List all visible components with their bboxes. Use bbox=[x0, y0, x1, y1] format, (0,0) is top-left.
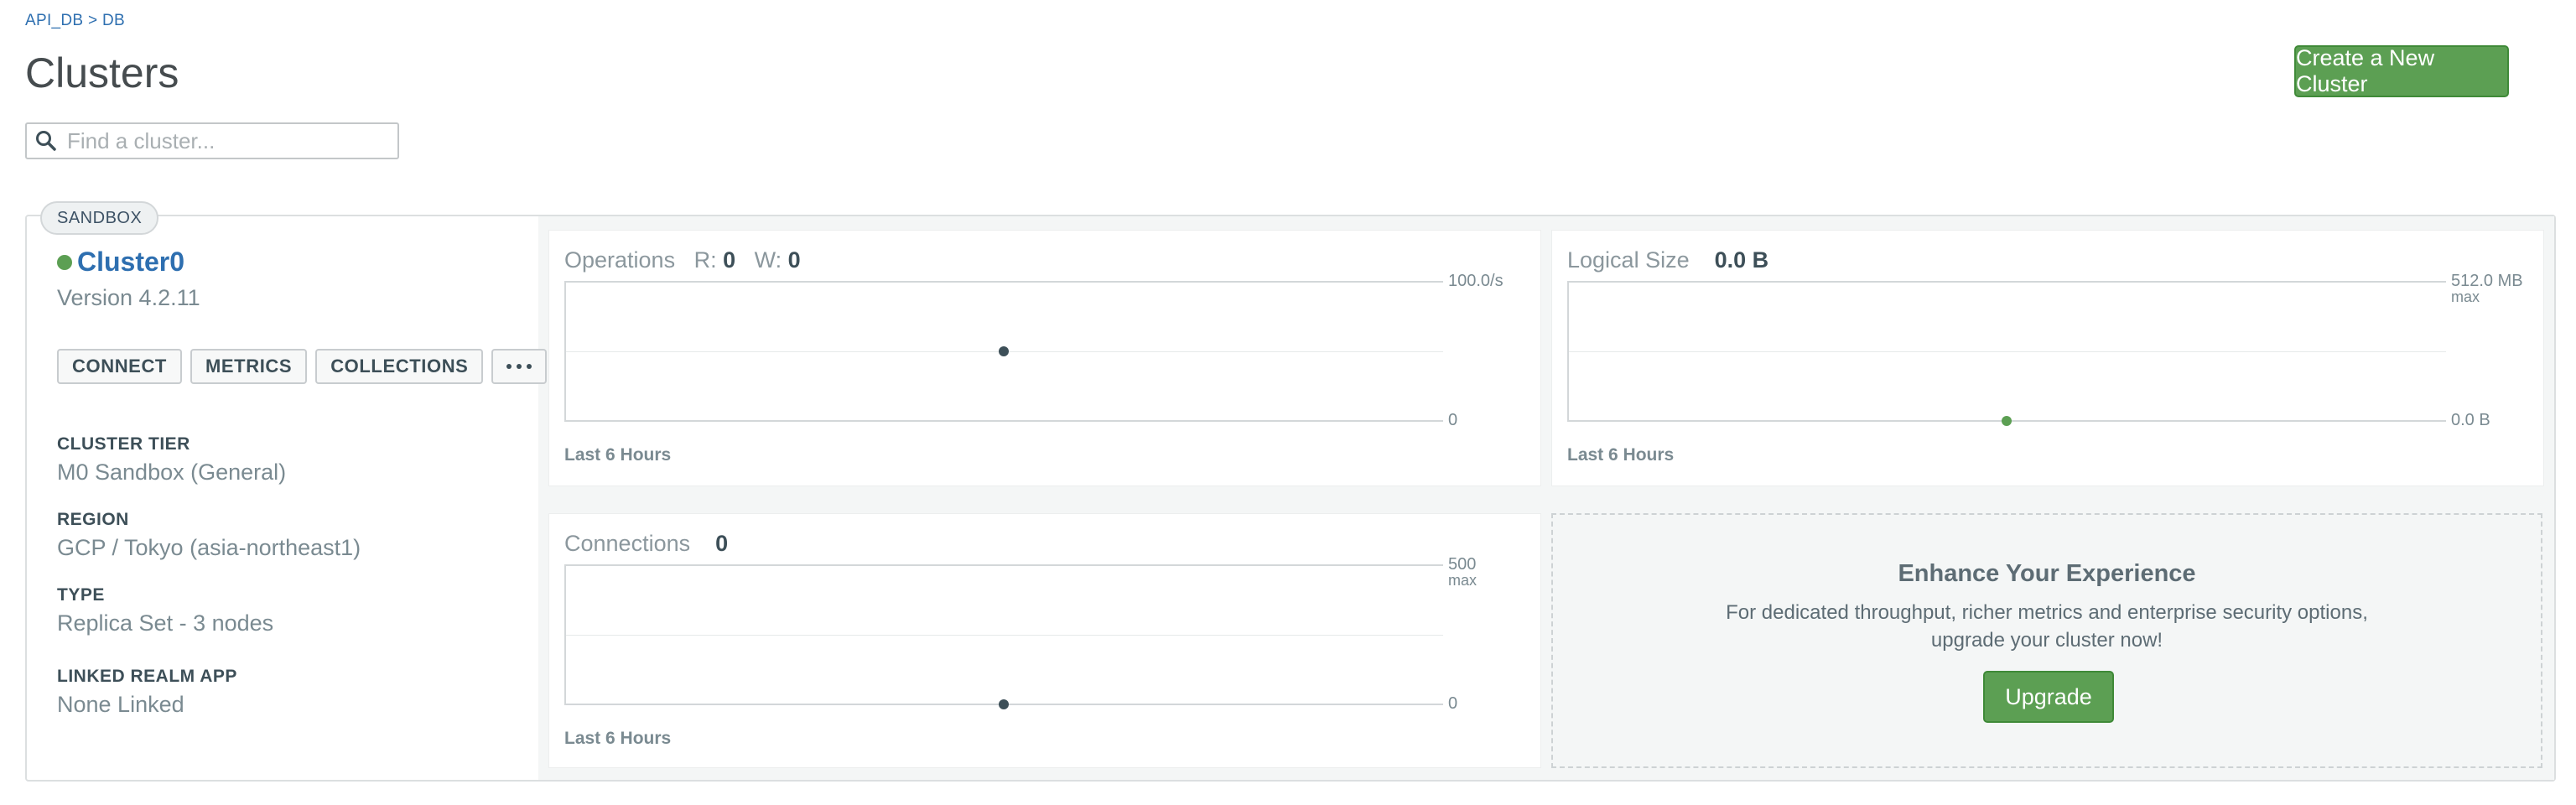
operations-min-label: 0 bbox=[1448, 411, 1458, 429]
upgrade-button[interactable]: Upgrade bbox=[1983, 671, 2114, 723]
collections-button[interactable]: COLLECTIONS bbox=[315, 349, 484, 384]
operations-chart-panel[interactable]: Operations R: 0 W: 0 100.0/s 0 Last 6 Ho… bbox=[548, 230, 1541, 486]
detail-label: REGION bbox=[57, 510, 129, 529]
reads-value: 0 bbox=[723, 247, 736, 273]
connections-timespan: Last 6 Hours bbox=[564, 729, 672, 748]
operations-plot bbox=[564, 281, 1443, 422]
logical-size-timespan: Last 6 Hours bbox=[1567, 445, 1675, 465]
cluster-actions: CONNECT METRICS COLLECTIONS bbox=[57, 349, 548, 384]
upgrade-description: For dedicated throughput, richer metrics… bbox=[1553, 599, 2541, 654]
upgrade-title: Enhance Your Experience bbox=[1898, 560, 2196, 587]
reads-label: R: bbox=[693, 247, 717, 273]
create-cluster-button[interactable]: Create a New Cluster bbox=[2294, 45, 2509, 97]
detail-linked-realm-app: LINKED REALM APP None Linked bbox=[57, 667, 237, 718]
writes-label: W: bbox=[754, 247, 782, 273]
logical-size-data-point bbox=[2002, 416, 2012, 426]
search-icon bbox=[36, 131, 56, 151]
status-dot-icon bbox=[57, 254, 72, 270]
logical-size-value: 0.0 B bbox=[1714, 247, 1769, 273]
detail-value: M0 Sandbox (General) bbox=[57, 460, 287, 485]
logical-size-chart-panel[interactable]: Logical Size 0.0 B 512.0 MB max 0.0 B La… bbox=[1551, 230, 2544, 486]
upgrade-text-line: upgrade your cluster now! bbox=[1930, 629, 2163, 652]
more-options-button[interactable] bbox=[491, 349, 548, 384]
detail-label: TYPE bbox=[57, 585, 105, 605]
operations-title: Operations R: 0 W: 0 bbox=[564, 247, 801, 273]
cluster-name-link[interactable]: Cluster0 bbox=[77, 247, 184, 278]
operations-max-label: 100.0/s bbox=[1448, 272, 1504, 290]
connect-button[interactable]: CONNECT bbox=[57, 349, 182, 384]
search-input[interactable] bbox=[65, 127, 387, 155]
detail-type: TYPE Replica Set - 3 nodes bbox=[57, 585, 273, 636]
logical-size-max-sub: max bbox=[2451, 288, 2480, 305]
connections-label: Connections bbox=[564, 531, 691, 556]
logical-size-min-label: 0.0 B bbox=[2451, 411, 2490, 429]
cluster-version: Version 4.2.11 bbox=[57, 285, 200, 310]
logical-size-plot bbox=[1567, 281, 2446, 426]
operations-label: Operations bbox=[564, 247, 676, 273]
detail-cluster-tier: CLUSTER TIER M0 Sandbox (General) bbox=[57, 434, 286, 486]
connections-title: Connections 0 bbox=[564, 531, 728, 557]
cluster-search[interactable] bbox=[25, 122, 399, 159]
detail-label: LINKED REALM APP bbox=[57, 667, 237, 686]
writes-value: 0 bbox=[787, 247, 801, 273]
detail-region: REGION GCP / Tokyo (asia-northeast1) bbox=[57, 510, 361, 561]
connections-data-point bbox=[999, 699, 1009, 709]
breadcrumb[interactable]: API_DB > DB bbox=[25, 12, 125, 30]
page-title: Clusters bbox=[25, 49, 179, 96]
connections-min-label: 0 bbox=[1448, 694, 1458, 713]
sandbox-badge: SANDBOX bbox=[40, 201, 159, 235]
operations-data-point bbox=[999, 346, 1009, 356]
ellipsis-icon bbox=[506, 364, 532, 369]
upgrade-promo: Enhance Your Experience For dedicated th… bbox=[1551, 513, 2542, 768]
connections-max-label: 500 bbox=[1448, 555, 1477, 574]
connections-chart-panel[interactable]: Connections 0 500 max 0 Last 6 Hours bbox=[548, 513, 1541, 768]
connections-value: 0 bbox=[715, 531, 729, 556]
detail-value: GCP / Tokyo (asia-northeast1) bbox=[57, 535, 361, 560]
detail-value: None Linked bbox=[57, 692, 184, 717]
logical-size-max-label: 512.0 MB bbox=[2451, 272, 2523, 290]
connections-max-sub: max bbox=[1448, 572, 1478, 589]
detail-value: Replica Set - 3 nodes bbox=[57, 610, 274, 636]
logical-size-label: Logical Size bbox=[1567, 247, 1690, 273]
cluster-name-row: Cluster0 bbox=[57, 247, 184, 278]
connections-plot bbox=[564, 564, 1443, 709]
upgrade-text-line: For dedicated throughput, richer metrics… bbox=[1726, 601, 2368, 624]
detail-label: CLUSTER TIER bbox=[57, 434, 190, 454]
logical-size-title: Logical Size 0.0 B bbox=[1567, 247, 1768, 273]
operations-timespan: Last 6 Hours bbox=[564, 445, 672, 465]
metrics-button[interactable]: METRICS bbox=[190, 349, 308, 384]
